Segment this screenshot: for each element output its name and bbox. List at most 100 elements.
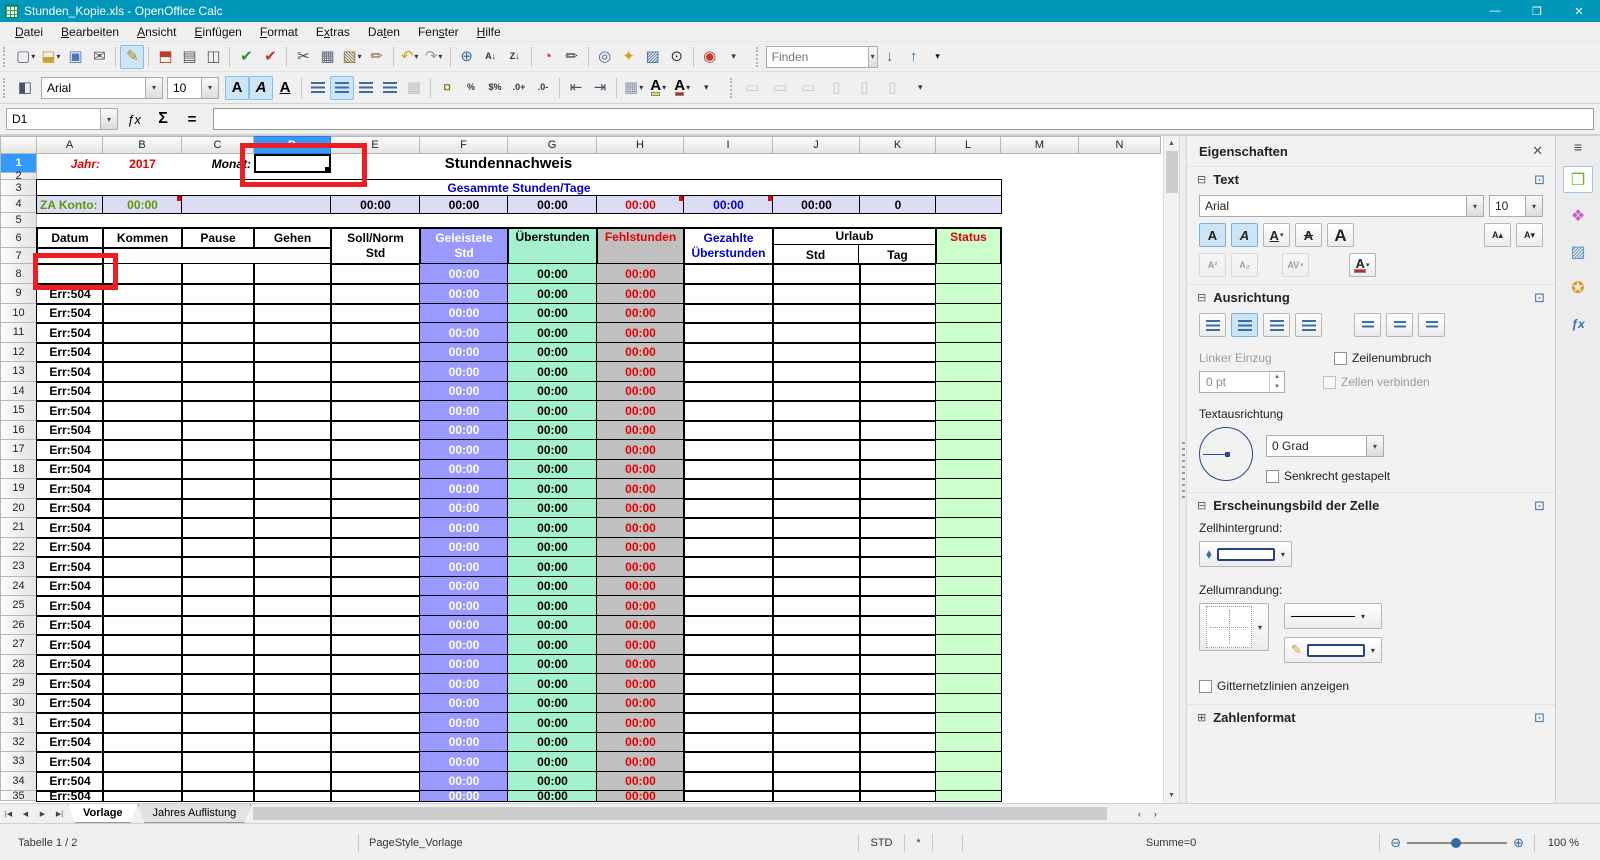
- sidebar-tab-functions[interactable]: ƒx: [1563, 310, 1593, 337]
- formatting-overflow-button[interactable]: ▾: [694, 76, 718, 100]
- font-name-combobox[interactable]: Arial ▾: [41, 77, 163, 99]
- cell-A19[interactable]: Err:504: [37, 479, 103, 499]
- cell-C24[interactable]: [182, 577, 254, 597]
- cell-C29[interactable]: [182, 674, 254, 694]
- cell-E27[interactable]: [331, 635, 420, 655]
- header-pause[interactable]: Pause: [182, 228, 254, 248]
- cell-E33[interactable]: [331, 752, 420, 772]
- sort-ascending-button[interactable]: A↓: [479, 45, 503, 69]
- cell-A33[interactable]: Err:504: [37, 752, 103, 772]
- find-and-replace-button[interactable]: ◎: [593, 45, 617, 69]
- increase-indent-button[interactable]: ⇥: [588, 76, 612, 100]
- cell-M16[interactable]: [1001, 421, 1079, 441]
- cell-C34[interactable]: [182, 772, 254, 792]
- row-header-4[interactable]: 4: [0, 196, 37, 213]
- cell-E20[interactable]: [331, 499, 420, 519]
- cell-G24[interactable]: 00:00: [508, 577, 597, 597]
- cell-G21[interactable]: 00:00: [508, 518, 597, 538]
- formatting-toolbar-grip[interactable]: [3, 78, 9, 98]
- cell-M28[interactable]: [1001, 655, 1079, 675]
- cell-K22[interactable]: [860, 538, 936, 558]
- cell-B15[interactable]: [103, 401, 182, 421]
- cell-B25[interactable]: [103, 596, 182, 616]
- cell-I23[interactable]: [684, 557, 773, 577]
- cell-N12[interactable]: [1079, 343, 1161, 363]
- cell-A32[interactable]: Err:504: [37, 733, 103, 753]
- cell-N16[interactable]: [1079, 421, 1161, 441]
- cell-F14[interactable]: 00:00: [420, 382, 508, 402]
- cell-J23[interactable]: [773, 557, 860, 577]
- cell-G31[interactable]: 00:00: [508, 713, 597, 733]
- cell-H29[interactable]: 00:00: [597, 674, 684, 694]
- cell-L14[interactable]: [936, 382, 1001, 402]
- cell-F12[interactable]: 00:00: [420, 343, 508, 363]
- cell-G32[interactable]: 00:00: [508, 733, 597, 753]
- cell-E34[interactable]: [331, 772, 420, 792]
- menu-fenster[interactable]: Fenster: [409, 23, 468, 41]
- collapse-icon[interactable]: ⊟: [1197, 291, 1206, 304]
- cell-I2[interactable]: [684, 173, 773, 180]
- cell-M26[interactable]: [1001, 616, 1079, 636]
- cell-K34[interactable]: [860, 772, 936, 792]
- sidebar-font-name-combobox[interactable]: Arial ▾: [1199, 195, 1484, 217]
- row-header-17[interactable]: 17: [0, 440, 37, 460]
- section-text-header[interactable]: ⊟ Text ⊡: [1187, 166, 1555, 192]
- row-header-5[interactable]: 5: [0, 213, 37, 228]
- zoom-button[interactable]: ⊙: [665, 45, 689, 69]
- sidebar-font-color-button[interactable]: A▾: [1349, 253, 1376, 277]
- cell-M11[interactable]: [1001, 323, 1079, 343]
- sort-descending-button[interactable]: Z↓: [503, 45, 527, 69]
- sidebar-align-left-button[interactable]: [1199, 313, 1226, 337]
- cell-A27[interactable]: Err:504: [37, 635, 103, 655]
- row-header-20[interactable]: 20: [0, 499, 37, 519]
- first-sheet-button[interactable]: |◀: [0, 805, 17, 822]
- cell-A21[interactable]: Err:504: [37, 518, 103, 538]
- header-urlaub-tag[interactable]: Tag: [859, 245, 936, 264]
- cell-C35[interactable]: [182, 791, 254, 801]
- cell-M15[interactable]: [1001, 401, 1079, 421]
- cell-H12[interactable]: 00:00: [597, 343, 684, 363]
- cell-M34[interactable]: [1001, 772, 1079, 792]
- cell-A3[interactable]: Gesammte Stunden/Tage: [37, 180, 1001, 196]
- delete-decimal-place-button[interactable]: .0-: [531, 76, 555, 100]
- cell-L34[interactable]: [936, 772, 1001, 792]
- cell-L29[interactable]: [936, 674, 1001, 694]
- cell-dialog-launcher-icon[interactable]: ⊡: [1534, 498, 1545, 514]
- cell-H22[interactable]: 00:00: [597, 538, 684, 558]
- minimize-button[interactable]: —: [1474, 0, 1516, 22]
- print-button[interactable]: ▤: [177, 45, 201, 69]
- column-header-H[interactable]: H: [597, 136, 684, 154]
- redo-button[interactable]: ↷▾: [422, 45, 446, 69]
- cell-E26[interactable]: [331, 616, 420, 636]
- cell-K2[interactable]: [860, 173, 936, 180]
- left-indent-spinner[interactable]: 0 pt ▲▼: [1199, 371, 1285, 393]
- cell-K29[interactable]: [860, 674, 936, 694]
- cell-E5[interactable]: [331, 213, 420, 228]
- cell-C31[interactable]: [182, 713, 254, 733]
- cell-A9[interactable]: Err:504: [37, 284, 103, 304]
- cell-D20[interactable]: [254, 499, 331, 519]
- cell-E19[interactable]: [331, 479, 420, 499]
- wrap-text-label[interactable]: Zeilenumbruch: [1352, 351, 1431, 365]
- font-color-button[interactable]: A▾: [670, 76, 694, 100]
- cell-I4[interactable]: 00:00: [684, 196, 773, 213]
- cell-B21[interactable]: [103, 518, 182, 538]
- cell-J31[interactable]: [773, 713, 860, 733]
- cell-J15[interactable]: [773, 401, 860, 421]
- cell-M8[interactable]: [1001, 264, 1079, 284]
- cell-C19[interactable]: [182, 479, 254, 499]
- cell-I28[interactable]: [684, 655, 773, 675]
- cell-F16[interactable]: 00:00: [420, 421, 508, 441]
- sidebar-tab-properties[interactable]: ❒: [1563, 166, 1593, 193]
- row-header-13[interactable]: 13: [0, 362, 37, 382]
- cell-K21[interactable]: [860, 518, 936, 538]
- cell-E1[interactable]: [331, 154, 420, 173]
- cell-B9[interactable]: [103, 284, 182, 304]
- cell-J35[interactable]: [773, 791, 860, 801]
- cell-K15[interactable]: [860, 401, 936, 421]
- cell-C8[interactable]: [182, 264, 254, 284]
- column-header-C[interactable]: C: [182, 136, 254, 154]
- menu-datei[interactable]: Datei: [6, 23, 52, 41]
- cell-F32[interactable]: 00:00: [420, 733, 508, 753]
- cell-B34[interactable]: [103, 772, 182, 792]
